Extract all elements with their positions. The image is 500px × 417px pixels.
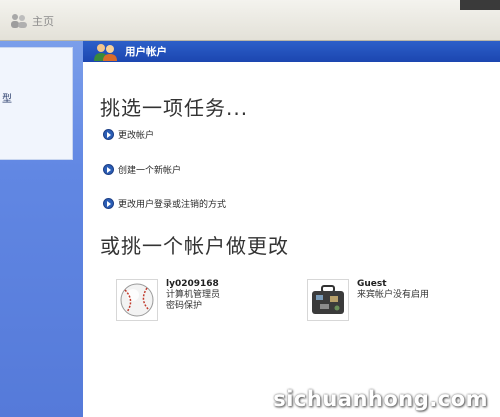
account-picture: [307, 279, 349, 321]
window-corner: [460, 0, 500, 10]
task-change-logon[interactable]: 更改用户登录或注销的方式: [103, 196, 226, 210]
pick-task-heading: 挑选一项任务...: [100, 96, 249, 120]
arrow-right-icon: [103, 197, 114, 209]
page-title: 用户帐户: [125, 46, 167, 58]
account-info: ly0209168 计算机管理员 密码保护: [166, 279, 220, 321]
task-label: 更改帐户: [118, 130, 155, 141]
account-type: 来宾帐户没有启用: [357, 290, 430, 300]
related-tasks-box: 型: [0, 47, 73, 160]
left-task-pane: 型: [0, 41, 83, 417]
account-info: Guest 来宾帐户没有启用: [357, 279, 429, 321]
account-status: 密码保护: [166, 301, 203, 311]
arrow-right-icon: [103, 163, 114, 175]
baseball-icon: [120, 283, 154, 317]
task-change-account[interactable]: 更改帐户: [103, 127, 154, 141]
toolbar: 主页: [0, 0, 500, 41]
pick-account-heading: 或挑一个帐户做更改: [100, 234, 289, 258]
task-label: 创建一个新帐户: [118, 165, 182, 176]
home-button-label: 主页: [32, 15, 54, 28]
account-name: Guest: [357, 279, 387, 289]
home-users-icon: [11, 14, 27, 28]
main-content: 挑选一项任务... 更改帐户 创建一个新帐户 更改用户登录或注销的方式 或挑一个…: [83, 62, 500, 417]
watermark: sichuanhong.com: [273, 387, 488, 411]
related-task-link[interactable]: 型: [2, 90, 12, 105]
suitcase-icon: [312, 285, 344, 314]
account-type: 计算机管理员: [166, 290, 221, 300]
task-label: 更改用户登录或注销的方式: [118, 199, 227, 210]
account-tile-guest[interactable]: Guest 来宾帐户没有启用: [307, 279, 429, 321]
account-tile-ly0209168[interactable]: ly0209168 计算机管理员 密码保护: [116, 279, 220, 321]
home-button[interactable]: 主页: [10, 11, 54, 31]
task-create-account[interactable]: 创建一个新帐户: [103, 162, 181, 176]
account-name: ly0209168: [166, 279, 219, 289]
account-picture: [116, 279, 158, 321]
page-header: 用户帐户: [83, 41, 500, 62]
arrow-right-icon: [103, 128, 114, 140]
